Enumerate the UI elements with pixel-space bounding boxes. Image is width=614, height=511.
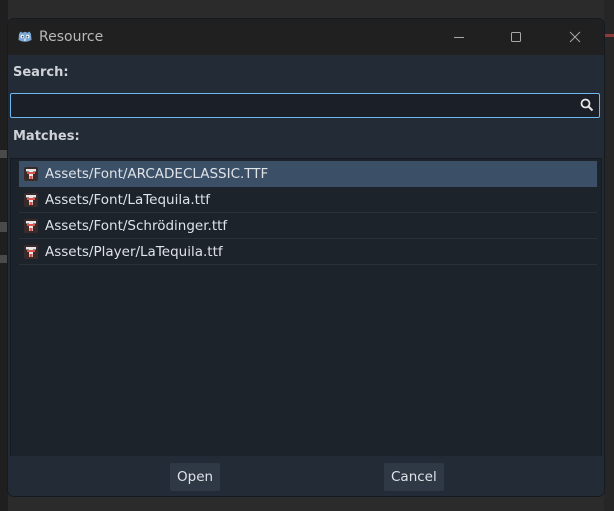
font-file-icon xyxy=(24,166,38,181)
open-button[interactable]: Open xyxy=(170,463,221,491)
maximize-button[interactable] xyxy=(487,19,545,55)
list-item-label: Assets/Font/ARCADECLASSIC.TTF xyxy=(45,165,269,182)
dialog-footer: Open Cancel xyxy=(8,456,604,496)
list-item[interactable]: Assets/Player/LaTequila.ttf xyxy=(19,239,597,265)
font-file-icon xyxy=(24,192,38,207)
search-label: Search: xyxy=(13,65,69,80)
list-item[interactable]: Assets/Font/LaTequila.ttf xyxy=(19,187,597,213)
minimize-icon xyxy=(454,37,464,38)
background-editor-left xyxy=(0,0,8,511)
font-file-icon xyxy=(24,218,38,233)
font-file-icon xyxy=(24,244,38,259)
close-icon xyxy=(569,31,581,43)
cancel-button[interactable]: Cancel xyxy=(384,463,444,491)
matches-list[interactable]: Assets/Font/ARCADECLASSIC.TTF Assets/Fon… xyxy=(10,158,602,457)
maximize-icon xyxy=(511,32,521,42)
list-item-label: Assets/Font/LaTequila.ttf xyxy=(45,191,211,208)
godot-logo-icon xyxy=(18,31,32,42)
resource-dialog: Resource Search: Matches: Assets/Font/AR… xyxy=(8,19,604,496)
search-field[interactable] xyxy=(10,93,600,118)
list-item-label: Assets/Player/LaTequila.ttf xyxy=(45,243,223,260)
title-bar[interactable]: Resource xyxy=(8,19,604,55)
list-item-label: Assets/Font/Schrödinger.ttf xyxy=(45,217,228,234)
minimize-button[interactable] xyxy=(430,19,488,55)
close-button[interactable] xyxy=(546,19,604,55)
matches-label: Matches: xyxy=(13,129,80,144)
list-item[interactable]: Assets/Font/ARCADECLASSIC.TTF xyxy=(19,161,597,187)
list-item[interactable]: Assets/Font/Schrödinger.ttf xyxy=(19,213,597,239)
background-editor-right xyxy=(604,0,614,511)
window-title: Resource xyxy=(39,29,104,45)
search-icon[interactable] xyxy=(580,98,594,112)
search-input[interactable] xyxy=(15,96,569,116)
